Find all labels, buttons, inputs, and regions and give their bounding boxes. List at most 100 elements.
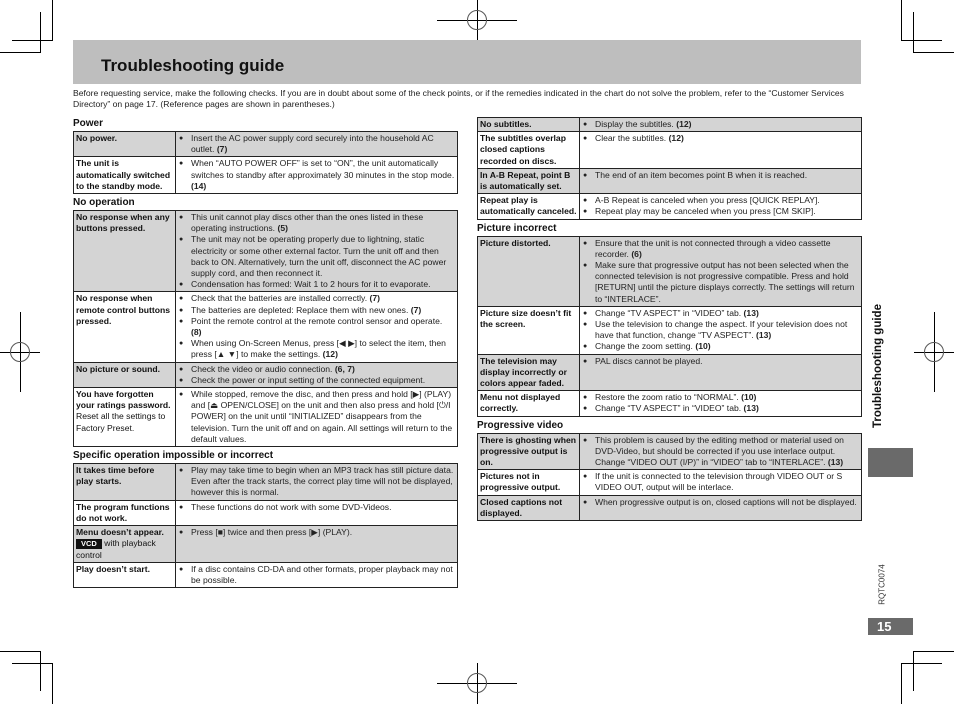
problem-text: The unit is automatically switched to th…	[76, 158, 171, 191]
remedy-list: These functions do not work with some DV…	[179, 502, 455, 513]
problem-text: The television may display incorrectly o…	[480, 355, 567, 389]
page-reference: (12)	[668, 133, 684, 144]
problem-cell: Play doesn’t start.	[73, 561, 176, 589]
remedy-item: Change “TV ASPECT” in “VIDEO” tab. (13)	[583, 308, 859, 319]
remedy-list: Clear the subtitles. (12)	[583, 133, 859, 144]
remedy-item: Repeat play may be canceled when you pre…	[583, 206, 859, 217]
problem-cell: No response when any buttons pressed.	[73, 210, 176, 293]
remedy-list: The end of an item becomes point B when …	[583, 170, 859, 181]
table-row: It takes time before play starts. Play ma…	[73, 463, 458, 501]
remedy-item: If the unit is connected to the televisi…	[583, 471, 859, 493]
intro-paragraph: Before requesting service, make the foll…	[73, 88, 844, 110]
table-row: The unit is automatically switched to th…	[73, 156, 458, 195]
remedy-cell: This problem is caused by the editing me…	[579, 432, 862, 471]
remedy-cell: PAL discs cannot be played.	[579, 353, 862, 392]
remedy-item: PAL discs cannot be played.	[583, 356, 859, 367]
problem-cell: The program functions do not work.	[73, 499, 176, 527]
remedy-list: Restore the zoom ratio to “NORMAL”. (10)…	[583, 392, 859, 415]
title-banner: Troubleshooting guide	[73, 40, 861, 84]
page-number: 15	[868, 618, 913, 635]
table-row: Menu not displayed correctly. Restore the…	[477, 390, 862, 417]
remedy-list: PAL discs cannot be played.	[583, 356, 859, 367]
remedy-cell: Clear the subtitles. (12)	[579, 131, 862, 169]
side-tab: Troubleshooting guide	[868, 300, 888, 440]
remedy-list: Display the subtitles. (12)	[583, 119, 859, 130]
section-title-picture-incorrect: Picture incorrect	[477, 222, 557, 234]
remedy-cell: These functions do not work with some DV…	[175, 499, 458, 527]
remedy-list: If the unit is connected to the televisi…	[583, 471, 859, 493]
problem-cell: Picture size doesn’t fit the screen.	[477, 305, 580, 355]
problem-cell: No power.	[73, 130, 176, 158]
remedy-item: A-B Repeat is canceled when you press [Q…	[583, 195, 859, 206]
problem-cell: The unit is automatically switched to th…	[73, 156, 176, 195]
remedy-item: Check the power or input setting of the …	[179, 375, 455, 386]
subtitles-table: No subtitles. Display the subtitles. (12)…	[477, 116, 862, 220]
remedy-item: Condensation has formed: Wait 1 to 2 hou…	[179, 279, 455, 290]
page-reference: (13)	[755, 330, 772, 341]
remedy-cell: Press [■] twice and then press [▶] (PLAY…	[175, 525, 458, 563]
problem-cell: There is ghosting when progressive outpu…	[477, 432, 580, 471]
table-row: Picture distorted. Ensure that the unit i…	[477, 235, 862, 307]
remedy-cell: Insert the AC power supply cord securely…	[175, 130, 458, 158]
section-title-specific-operation: Specific operation impossible or incorre…	[73, 450, 274, 462]
remedy-item: While stopped, remove the disc, and then…	[179, 389, 455, 445]
remedy-item: The batteries are depleted: Replace them…	[179, 305, 455, 316]
vcd-badge: VCD	[76, 539, 102, 550]
problem-cell: Menu doesn’t appear. VCD with playback c…	[73, 525, 176, 563]
remedy-item: When progressive output is on, closed ca…	[583, 497, 859, 508]
remedy-list: Ensure that the unit is not connected th…	[583, 238, 859, 305]
remedy-item: When “AUTO POWER OFF” is set to “ON”, th…	[179, 158, 455, 192]
table-row: No response when remote control buttons …	[73, 291, 458, 363]
page-reference: (14)	[191, 180, 207, 191]
remedy-list: Play may take time to begin when an MP3 …	[179, 465, 455, 499]
remedy-item: Restore the zoom ratio to “NORMAL”. (10)	[583, 392, 859, 403]
problem-text: Closed captions not displayed.	[480, 496, 563, 518]
problem-text: No response when any buttons pressed.	[76, 212, 170, 234]
problem-text: No subtitles.	[480, 119, 532, 129]
page-reference: (10)	[741, 392, 757, 403]
remedy-list: Insert the AC power supply cord securely…	[179, 133, 455, 155]
specific-operation-table: It takes time before play starts. Play ma…	[73, 463, 458, 589]
table-row: There is ghosting when progressive outpu…	[477, 432, 862, 471]
right-column: No subtitles. Display the subtitles. (12)…	[477, 116, 862, 523]
remedy-cell: Check the video or audio connection. (6,…	[175, 361, 458, 389]
problem-cell: No picture or sound.	[73, 361, 176, 389]
remedy-list: Change “TV ASPECT” in “VIDEO” tab. (13)U…	[583, 308, 859, 353]
problem-text: Picture size doesn’t fit the screen.	[480, 307, 572, 330]
table-row: No subtitles. Display the subtitles. (12)	[477, 116, 862, 133]
problem-note: Reset all the settings to Factory Preset…	[76, 411, 166, 433]
remedy-cell: Restore the zoom ratio to “NORMAL”. (10)…	[579, 390, 862, 417]
problem-text: Picture distorted.	[480, 237, 551, 248]
problem-cell: No response when remote control buttons …	[73, 291, 176, 363]
problem-text: There is ghosting when progressive outpu…	[480, 434, 576, 468]
problem-text: Pictures not in progressive output.	[480, 471, 561, 493]
page-reference: (7)	[216, 144, 228, 155]
remedy-cell: While stopped, remove the disc, and then…	[175, 387, 458, 448]
remedy-cell: The end of an item becomes point B when …	[579, 167, 862, 195]
table-row: No picture or sound. Check the video or a…	[73, 361, 458, 389]
problem-text: Repeat play is automatically canceled.	[480, 195, 577, 217]
remedy-item: The unit may not be operating properly d…	[179, 234, 455, 279]
section-title-power: Power	[73, 118, 104, 129]
table-row: Pictures not in progressive output. If th…	[477, 469, 862, 496]
remedy-cell: When progressive output is on, closed ca…	[579, 494, 862, 522]
remedy-list: Press [■] twice and then press [▶] (PLAY…	[179, 527, 455, 538]
power-table: No power. Insert the AC power supply cord…	[73, 130, 458, 195]
table-row: Menu doesn’t appear. VCD with playback c…	[73, 525, 458, 563]
remedy-cell: Check that the batteries are installed c…	[175, 291, 458, 363]
page-reference: (13)	[743, 307, 759, 318]
table-row: Picture size doesn’t fit the screen. Chan…	[477, 305, 862, 355]
table-row: The subtitles overlap closed captions re…	[477, 131, 862, 169]
page-reference: (12)	[322, 349, 338, 360]
side-tab-label: Troubleshooting guide	[872, 304, 884, 428]
page-reference: (7)	[410, 304, 422, 315]
table-row: Repeat play is automatically canceled. A-…	[477, 193, 862, 220]
page-reference: (5)	[277, 223, 288, 234]
table-row: No power. Insert the AC power supply cord…	[73, 130, 458, 158]
remedy-item: Ensure that the unit is not connected th…	[583, 238, 859, 260]
table-row: The program functions do not work. These …	[73, 499, 458, 527]
problem-cell: Repeat play is automatically canceled.	[477, 193, 580, 220]
remedy-cell: When “AUTO POWER OFF” is set to “ON”, th…	[175, 156, 458, 195]
remedy-item: Play may take time to begin when an MP3 …	[179, 465, 455, 499]
problem-text: Menu doesn’t appear.	[76, 527, 164, 538]
